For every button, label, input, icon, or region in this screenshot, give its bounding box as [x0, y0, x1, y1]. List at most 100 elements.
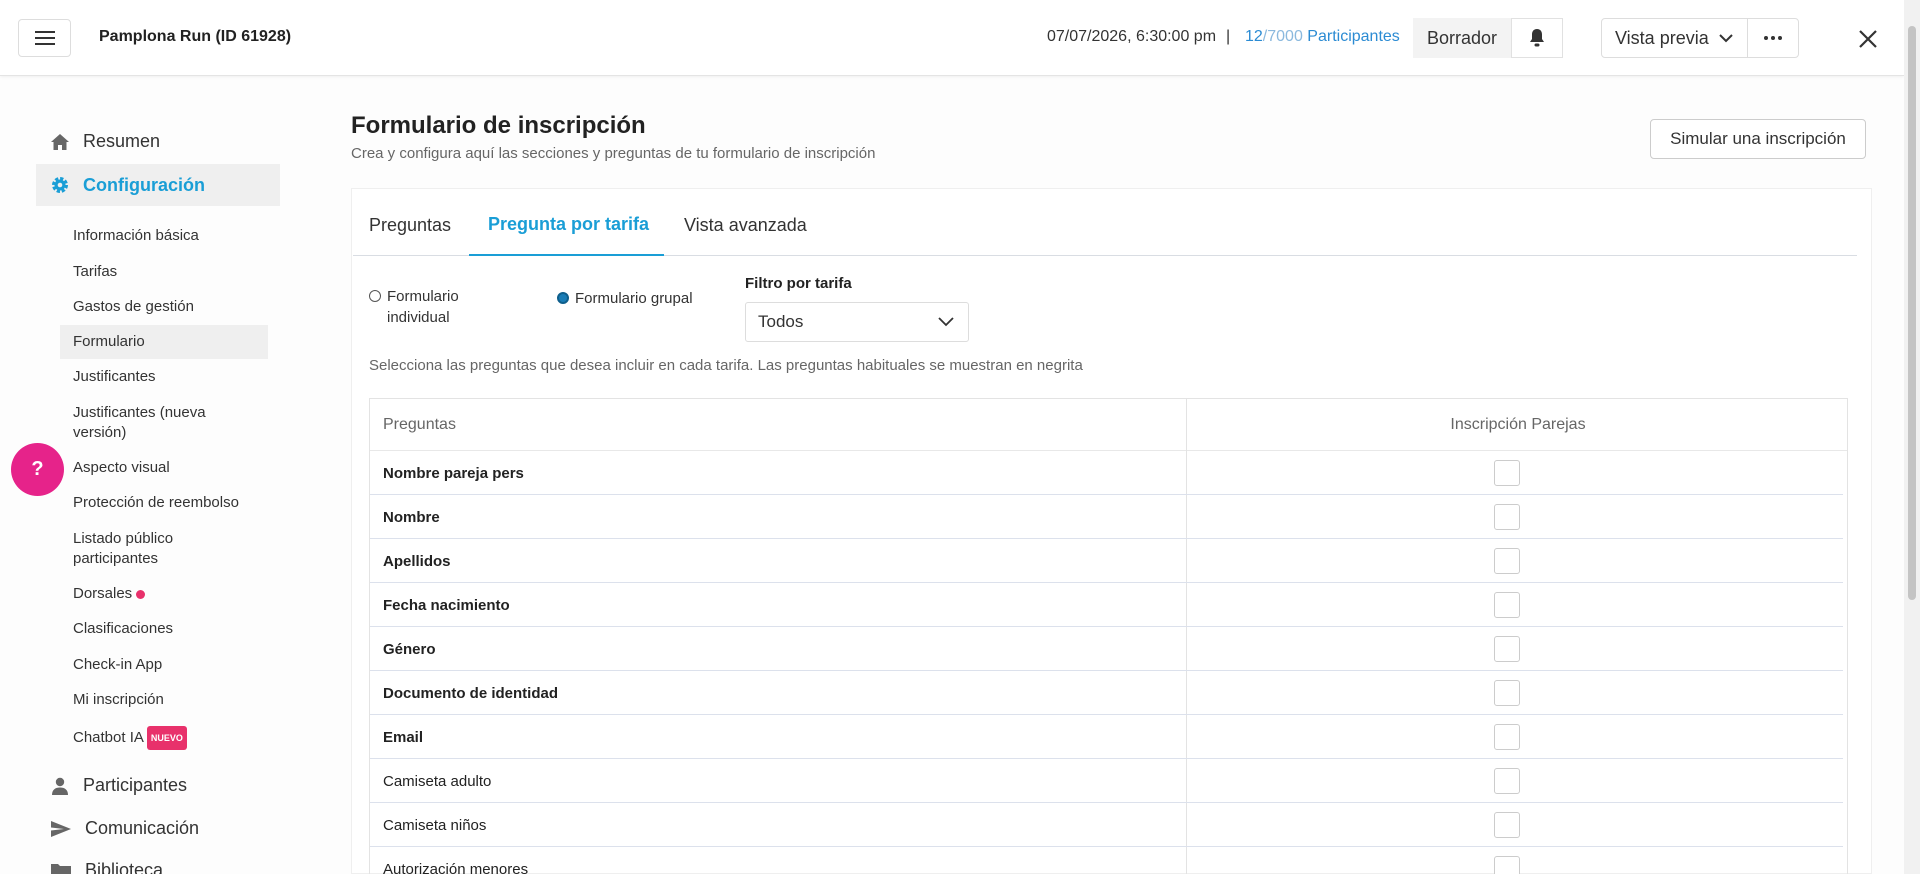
- table-row: Documento de identidad: [370, 671, 1843, 715]
- include-checkbox[interactable]: [1494, 460, 1520, 486]
- helper-text: Selecciona las preguntas que desea inclu…: [369, 357, 1083, 374]
- sidebar-subitem-dorsales[interactable]: Dorsales: [73, 584, 146, 604]
- sidebar-subitem-proteccion-reembolso[interactable]: Protección de reembolso: [73, 493, 239, 513]
- table-header: Preguntas Inscripción Parejas: [370, 399, 1847, 451]
- sidebar-item-biblioteca[interactable]: Biblioteca: [50, 860, 163, 874]
- include-checkbox[interactable]: [1494, 856, 1520, 874]
- sidebar-subitem-justificantes[interactable]: Justificantes: [73, 367, 156, 387]
- sidebar-subitem-tarifas[interactable]: Tarifas: [73, 262, 117, 282]
- hamburger-icon: [34, 31, 55, 45]
- notification-dot: [136, 589, 146, 599]
- close-button[interactable]: [1853, 24, 1883, 54]
- table-row: Nombre: [370, 495, 1843, 539]
- questions-table: Preguntas Inscripción Parejas Nombre par…: [369, 398, 1848, 874]
- close-icon: [1859, 30, 1877, 48]
- status-badge: Borrador: [1413, 18, 1511, 58]
- header-separator: |: [1226, 28, 1231, 45]
- participants-link[interactable]: 12/7000 Participantes: [1245, 28, 1400, 46]
- radio-formulario-individual[interactable]: Formulario individual: [369, 286, 509, 328]
- sidebar-subitem-justificantes-nueva[interactable]: Justificantes (nueva versión): [73, 403, 223, 443]
- col-header-inscripcion-parejas: Inscripción Parejas: [1450, 416, 1586, 433]
- scrollbar-thumb[interactable]: [1908, 26, 1916, 600]
- include-checkbox[interactable]: [1494, 812, 1520, 838]
- page-title: Formulario de inscripción: [351, 112, 646, 139]
- sidebar-subitem-aspecto-visual[interactable]: Aspecto visual: [73, 458, 170, 478]
- chatbot-label: Chatbot IA: [73, 728, 144, 746]
- simulate-registration-button[interactable]: Simular una inscripción: [1650, 119, 1866, 159]
- radio-group-label: Formulario grupal: [575, 290, 693, 307]
- table-row: Email: [370, 715, 1843, 759]
- sidebar-label-configuracion: Configuración: [83, 174, 205, 195]
- help-button[interactable]: ?: [11, 443, 64, 496]
- filter-value: Todos: [758, 312, 804, 331]
- sidebar-subitem-informacion-basica[interactable]: Información básica: [73, 226, 199, 246]
- participants-label: Participantes: [1307, 28, 1400, 45]
- table-row: Camiseta adulto: [370, 759, 1843, 803]
- include-checkbox[interactable]: [1494, 504, 1520, 530]
- sidebar-subitem-formulario[interactable]: Formulario: [60, 325, 268, 359]
- question-label: Autorización menores: [383, 860, 529, 874]
- table-row: Género: [370, 627, 1843, 671]
- sidebar-subitem-checkin-app[interactable]: Check-in App: [73, 655, 162, 675]
- sidebar-subitem-clasificaciones[interactable]: Clasificaciones: [73, 619, 173, 639]
- filter-label: Filtro por tarifa: [745, 275, 852, 292]
- radio-unchecked-icon: [369, 290, 381, 302]
- more-options-button[interactable]: [1747, 18, 1799, 58]
- home-icon: [51, 133, 69, 150]
- preview-dropdown-button[interactable]: Vista previa: [1601, 18, 1748, 58]
- notifications-button[interactable]: [1511, 18, 1563, 58]
- radio-formulario-grupal[interactable]: Formulario grupal: [557, 288, 693, 309]
- sidebar-subitem-gastos-gestion[interactable]: Gastos de gestión: [73, 297, 194, 317]
- folder-icon: [51, 863, 71, 874]
- rate-filter-select[interactable]: Todos: [745, 302, 969, 342]
- include-checkbox[interactable]: [1494, 548, 1520, 574]
- hamburger-menu-button[interactable]: [18, 19, 71, 57]
- include-checkbox[interactable]: [1494, 592, 1520, 618]
- top-bar: Pamplona Run (ID 61928) 07/07/2026, 6:30…: [0, 0, 1904, 76]
- include-checkbox[interactable]: [1494, 768, 1520, 794]
- tab-pregunta-por-tarifa[interactable]: Pregunta por tarifa: [469, 195, 664, 256]
- question-label: Género: [383, 640, 436, 658]
- question-label: Nombre pareja pers: [383, 464, 524, 482]
- sidebar-item-configuracion[interactable]: Configuración: [36, 164, 280, 206]
- radio-checked-icon: [557, 292, 569, 304]
- question-label: Nombre: [383, 508, 440, 526]
- question-label: Email: [383, 728, 424, 746]
- sidebar-subitem-chatbot-ia[interactable]: Chatbot IA NUEVO: [73, 726, 187, 750]
- page-subtitle: Crea y configura aquí las secciones y pr…: [351, 145, 876, 162]
- chevron-down-icon: [1719, 33, 1733, 42]
- sidebar-subitem-listado-publico[interactable]: Listado público participantes: [73, 529, 193, 569]
- person-icon: [52, 777, 68, 795]
- chevron-down-icon: [938, 317, 954, 327]
- sidebar-label-comunicacion: Comunicación: [85, 818, 200, 838]
- tabs-bar: Preguntas Pregunta por tarifa Vista avan…: [353, 195, 1857, 256]
- event-date: 07/07/2026, 6:30:00 pm: [1047, 28, 1217, 45]
- col-header-preguntas: Preguntas: [383, 416, 456, 433]
- sidebar-item-resumen[interactable]: Resumen: [50, 131, 160, 152]
- gear-icon: [52, 177, 68, 193]
- include-checkbox[interactable]: [1494, 680, 1520, 706]
- tab-preguntas[interactable]: Preguntas: [369, 195, 471, 256]
- question-label: Camiseta adulto: [383, 772, 492, 790]
- sidebar-item-comunicacion[interactable]: Comunicación: [50, 818, 199, 839]
- table-row: Nombre pareja pers: [370, 451, 1843, 495]
- table-row: Camiseta niños: [370, 803, 1843, 847]
- question-label: Documento de identidad: [383, 684, 559, 702]
- question-label: Apellidos: [383, 552, 451, 570]
- sidebar-item-participantes[interactable]: Participantes: [50, 775, 187, 796]
- dorsales-label: Dorsales: [73, 585, 133, 602]
- page-scrollbar[interactable]: [1904, 0, 1920, 874]
- tab-vista-avanzada[interactable]: Vista avanzada: [684, 195, 824, 256]
- preview-label: Vista previa: [1615, 27, 1709, 48]
- bell-icon: [1530, 29, 1544, 47]
- table-row: Fecha nacimiento: [370, 583, 1843, 627]
- event-title: Pamplona Run (ID 61928): [99, 28, 292, 45]
- include-checkbox[interactable]: [1494, 724, 1520, 750]
- new-badge: NUEVO: [146, 726, 187, 750]
- radio-individual-label: Formulario individual: [387, 288, 459, 326]
- include-checkbox[interactable]: [1494, 636, 1520, 662]
- send-icon: [51, 820, 71, 837]
- participants-total: /7000: [1262, 28, 1303, 45]
- sidebar-subitem-mi-inscripcion[interactable]: Mi inscripción: [73, 690, 164, 710]
- table-row: Autorización menores: [370, 847, 1843, 874]
